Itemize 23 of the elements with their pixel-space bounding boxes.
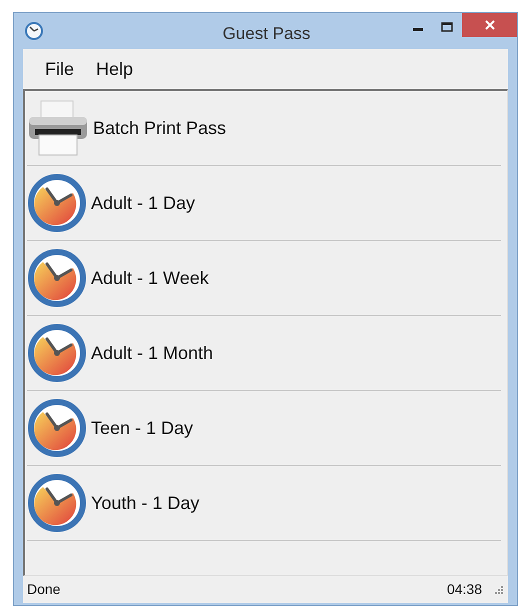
clock-icon [27,173,87,233]
pass-item[interactable]: Teen - 1 Day [27,391,501,466]
clock-icon [27,323,87,383]
close-button[interactable] [462,13,517,37]
clock-icon [27,398,87,458]
clock-icon [27,473,87,533]
menu-item[interactable]: Help [96,56,134,82]
resize-grip-icon [494,584,504,594]
pass-item[interactable]: Adult - 1 Day [27,166,501,241]
status-message: Done [27,580,60,599]
status-time: 04:38 [446,580,482,599]
clock-icon [27,248,87,308]
clock-icon [24,21,44,41]
pass-item[interactable]: Adult - 1 Month [27,316,501,391]
pass-item[interactable]: Adult - 1 Week [27,241,501,316]
pass-item[interactable]: Youth - 1 Day [27,466,501,541]
menu-item[interactable]: File [45,56,74,82]
pass-item[interactable]: Batch Print Pass [27,91,501,166]
minimize-icon [413,28,423,30]
printer-icon [27,99,89,157]
close-icon [484,20,494,30]
maximize-icon [441,22,453,32]
window-title: Guest Pass [222,23,312,45]
